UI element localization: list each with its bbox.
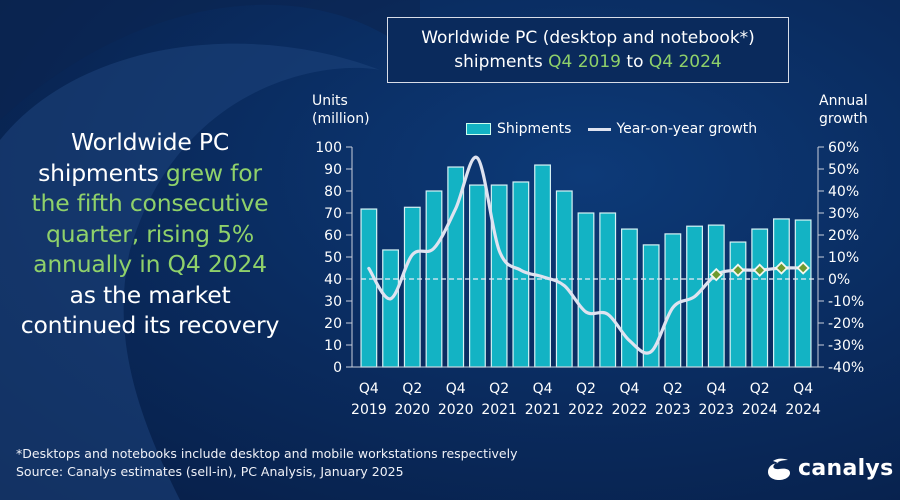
x-tick-quarter: Q4 [706,381,726,397]
x-tick-quarter: Q4 [793,381,813,397]
x-tick-year: 2022 [568,402,604,418]
right-tick-label: 10% [828,250,859,266]
x-tick-year: 2024 [742,402,778,418]
left-tick-label: 80 [324,184,342,200]
right-tick-label: -10% [828,294,864,310]
x-tick-year: 2022 [612,402,648,418]
right-tick-label: -40% [828,360,864,376]
footnote-source: Source: Canalys estimates (sell-in), PC … [16,464,404,479]
bar-q4-2019 [360,208,378,368]
bar-q1-2024 [729,241,747,368]
right-tick-label: 20% [828,228,859,244]
left-tick-label: 20 [324,316,342,332]
bar-q1-2020 [382,249,399,368]
x-tick-quarter: Q2 [750,381,770,397]
footnote: *Desktops and notebooks include desktop … [16,445,518,481]
x-tick-quarter: Q4 [359,381,379,397]
x-tick-year: 2020 [438,402,474,418]
x-tick-year: 2021 [481,402,517,418]
x-tick-year: 2019 [351,402,387,418]
x-tick-quarter: Q4 [533,381,553,397]
bar-q2-2023 [664,233,682,368]
canalys-swoosh-icon [768,458,790,480]
x-tick-year: 2024 [785,402,821,418]
bar-q4-2021 [534,164,551,368]
x-tick-quarter: Q4 [619,381,639,397]
left-tick-label: 30 [324,294,342,310]
right-tick-label: 50% [828,162,859,178]
right-tick-label: 40% [828,184,859,200]
left-tick-label: 50 [324,250,342,266]
footnote-line1: *Desktops and notebooks include desktop … [16,446,518,461]
x-tick-quarter: Q2 [402,381,422,397]
bar-q3-2024 [773,218,790,368]
x-tick-quarter: Q2 [489,381,509,397]
bar-q4-2024 [794,219,812,368]
x-tick-year: 2023 [655,402,691,418]
left-tick-label: 40 [324,272,342,288]
bar-q1-2021 [469,184,486,368]
bar-q2-2024 [751,228,769,368]
left-tick-label: 0 [333,360,342,376]
right-tick-label: 30% [828,206,859,222]
chart-plot: 0 10 20 30 40 50 60 70 80 90 100 -40% -30% -20% -10% 0%… [315,140,864,418]
bar-q4-2023 [707,224,725,368]
x-tick-year: 2023 [698,402,734,418]
right-tick-label: 60% [828,140,859,156]
bar-q1-2023 [642,244,660,368]
left-tick-label: 100 [315,140,342,156]
bar-q3-2021 [512,181,530,368]
x-tick-quarter: Q4 [446,381,466,397]
x-tick-quarter: Q2 [663,381,683,397]
x-tick-quarter: Q2 [576,381,596,397]
left-tick-label: 90 [324,162,342,178]
x-tick-year: 2020 [394,402,430,418]
left-tick-label: 70 [324,206,342,222]
bar-q2-2022 [577,212,595,368]
bar-q2-2021 [490,184,508,368]
bar-q3-2022 [599,212,617,368]
left-tick-label: 60 [324,228,342,244]
right-tick-label: -20% [828,316,864,332]
right-tick-label: -30% [828,338,864,354]
left-tick-label: 10 [324,338,342,354]
canalys-logo: canalys [766,456,893,481]
logo-text: canalys [798,456,894,481]
right-tick-label: 0% [828,272,850,288]
bar-q2-2020 [403,206,421,368]
x-tick-year: 2021 [525,402,561,418]
